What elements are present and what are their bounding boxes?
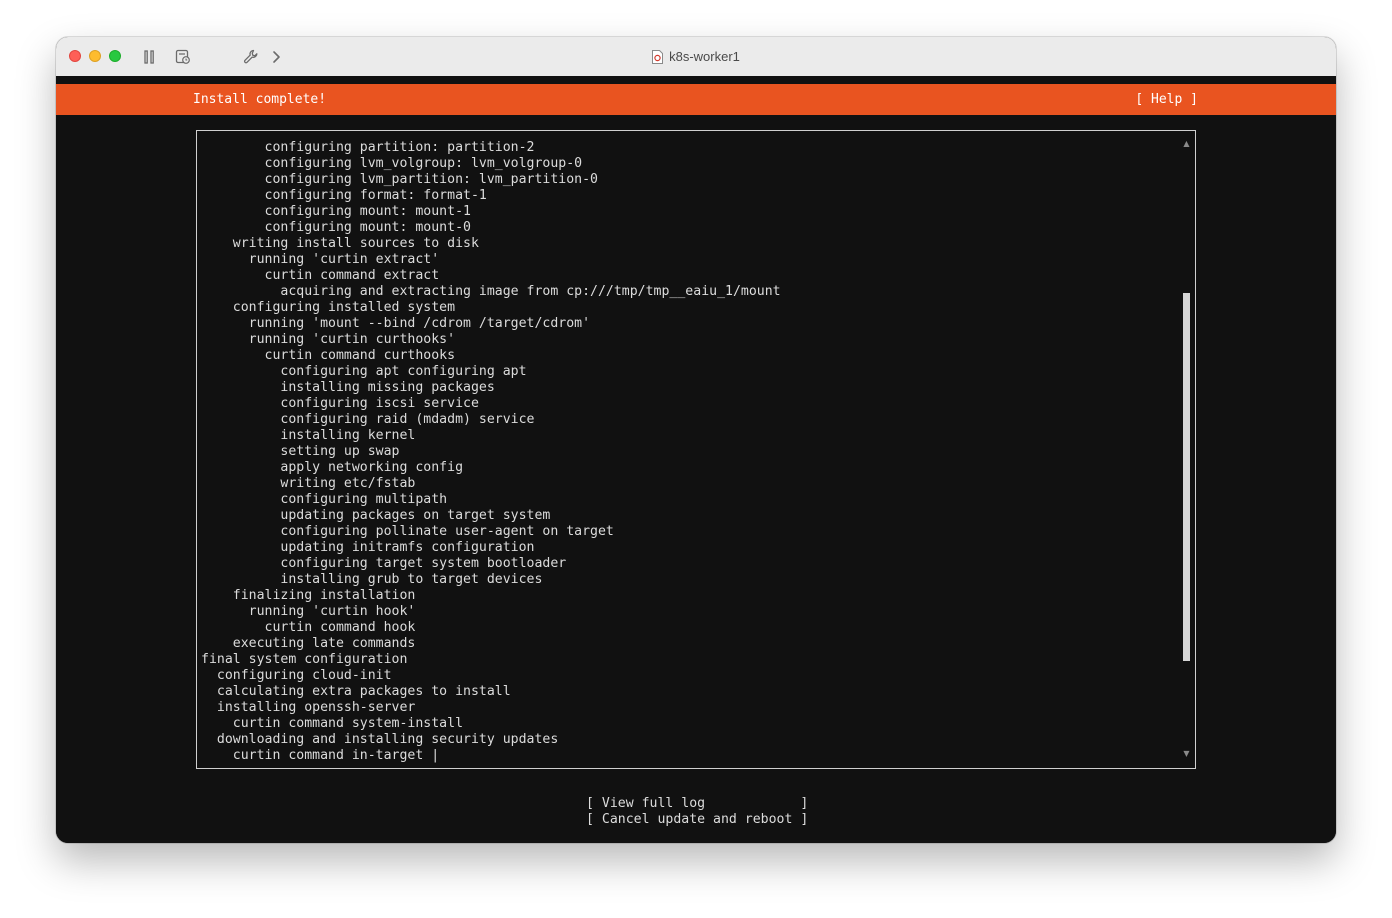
log-line: running 'curtin hook' bbox=[201, 604, 416, 619]
log-line: curtin command in-target | bbox=[201, 748, 440, 763]
log-line: configuring lvm_partition: lvm_partition… bbox=[201, 172, 598, 187]
log-line: configuring cloud-init bbox=[201, 668, 392, 683]
log-line: configuring target system bootloader bbox=[201, 556, 567, 571]
window-title: k8s-worker1 bbox=[652, 37, 740, 76]
snapshot-icon[interactable] bbox=[173, 47, 193, 67]
vm-window: k8s-worker1 Install complete! [ Help ] c… bbox=[56, 37, 1336, 843]
wrench-icon[interactable] bbox=[241, 47, 261, 67]
log-line: installing kernel bbox=[201, 428, 416, 443]
log-line: curtin command curthooks bbox=[201, 348, 456, 363]
scroll-down-arrow-icon[interactable]: ▼ bbox=[1182, 749, 1191, 759]
log-scrollbar[interactable]: ▲ ▼ bbox=[1182, 139, 1191, 759]
installer-screen: Install complete! [ Help ] configuring p… bbox=[56, 76, 1336, 843]
log-line: writing install sources to disk bbox=[201, 236, 479, 251]
log-line: configuring partition: partition-2 bbox=[201, 140, 535, 155]
log-line: configuring apt configuring apt bbox=[201, 364, 527, 379]
log-line: apply networking config bbox=[201, 460, 464, 475]
log-line: configuring iscsi service bbox=[201, 396, 479, 411]
view-full-log-button[interactable]: [ View full log ] bbox=[586, 796, 808, 812]
log-line: curtin command system-install bbox=[201, 716, 464, 731]
log-line: configuring format: format-1 bbox=[201, 188, 487, 203]
log-line: updating initramfs configuration bbox=[201, 540, 535, 555]
minimize-window-button[interactable] bbox=[89, 50, 101, 62]
vm-document-icon bbox=[652, 49, 664, 64]
install-status-title: Install complete! bbox=[193, 92, 327, 107]
log-line: running 'mount --bind /cdrom /target/cdr… bbox=[201, 316, 591, 331]
log-line: downloading and installing security upda… bbox=[201, 732, 559, 747]
log-line: acquiring and extracting image from cp:/… bbox=[201, 284, 781, 299]
window-titlebar: k8s-worker1 bbox=[56, 37, 1336, 77]
installer-actions: [ View full log ] [ Cancel update and re… bbox=[586, 796, 808, 828]
log-line: configuring mount: mount-1 bbox=[201, 204, 471, 219]
log-line: installing missing packages bbox=[201, 380, 495, 395]
log-line: writing etc/fstab bbox=[201, 476, 416, 491]
log-line: configuring multipath bbox=[201, 492, 448, 507]
log-line: setting up swap bbox=[201, 444, 400, 459]
scroll-up-arrow-icon[interactable]: ▲ bbox=[1182, 139, 1191, 149]
log-line: final system configuration bbox=[201, 652, 408, 667]
log-line: configuring pollinate user-agent on targ… bbox=[201, 524, 614, 539]
chevron-right-icon[interactable] bbox=[266, 47, 286, 67]
install-log: configuring partition: partition-2 confi… bbox=[201, 140, 1171, 764]
log-line: finalizing installation bbox=[201, 588, 416, 603]
log-line: configuring raid (mdadm) service bbox=[201, 412, 535, 427]
close-window-button[interactable] bbox=[69, 50, 81, 62]
log-line: installing openssh-server bbox=[201, 700, 416, 715]
maximize-window-button[interactable] bbox=[109, 50, 121, 62]
log-line: curtin command extract bbox=[201, 268, 440, 283]
installer-header: Install complete! [ Help ] bbox=[56, 84, 1336, 115]
install-log-panel[interactable]: configuring partition: partition-2 confi… bbox=[196, 130, 1196, 769]
log-line: updating packages on target system bbox=[201, 508, 551, 523]
pause-icon[interactable] bbox=[140, 47, 160, 67]
log-line: executing late commands bbox=[201, 636, 416, 651]
log-line: configuring lvm_volgroup: lvm_volgroup-0 bbox=[201, 156, 583, 171]
log-line: installing grub to target devices bbox=[201, 572, 543, 587]
log-line: calculating extra packages to install bbox=[201, 684, 511, 699]
help-button[interactable]: [ Help ] bbox=[1135, 84, 1198, 115]
scroll-thumb[interactable] bbox=[1183, 292, 1190, 661]
log-line: running 'curtin curthooks' bbox=[201, 332, 456, 347]
cancel-update-and-reboot-button[interactable]: [ Cancel update and reboot ] bbox=[586, 812, 808, 828]
log-line: running 'curtin extract' bbox=[201, 252, 440, 267]
log-line: configuring installed system bbox=[201, 300, 456, 315]
log-line: curtin command hook bbox=[201, 620, 416, 635]
log-line: configuring mount: mount-0 bbox=[201, 220, 471, 235]
window-title-text: k8s-worker1 bbox=[669, 49, 740, 64]
